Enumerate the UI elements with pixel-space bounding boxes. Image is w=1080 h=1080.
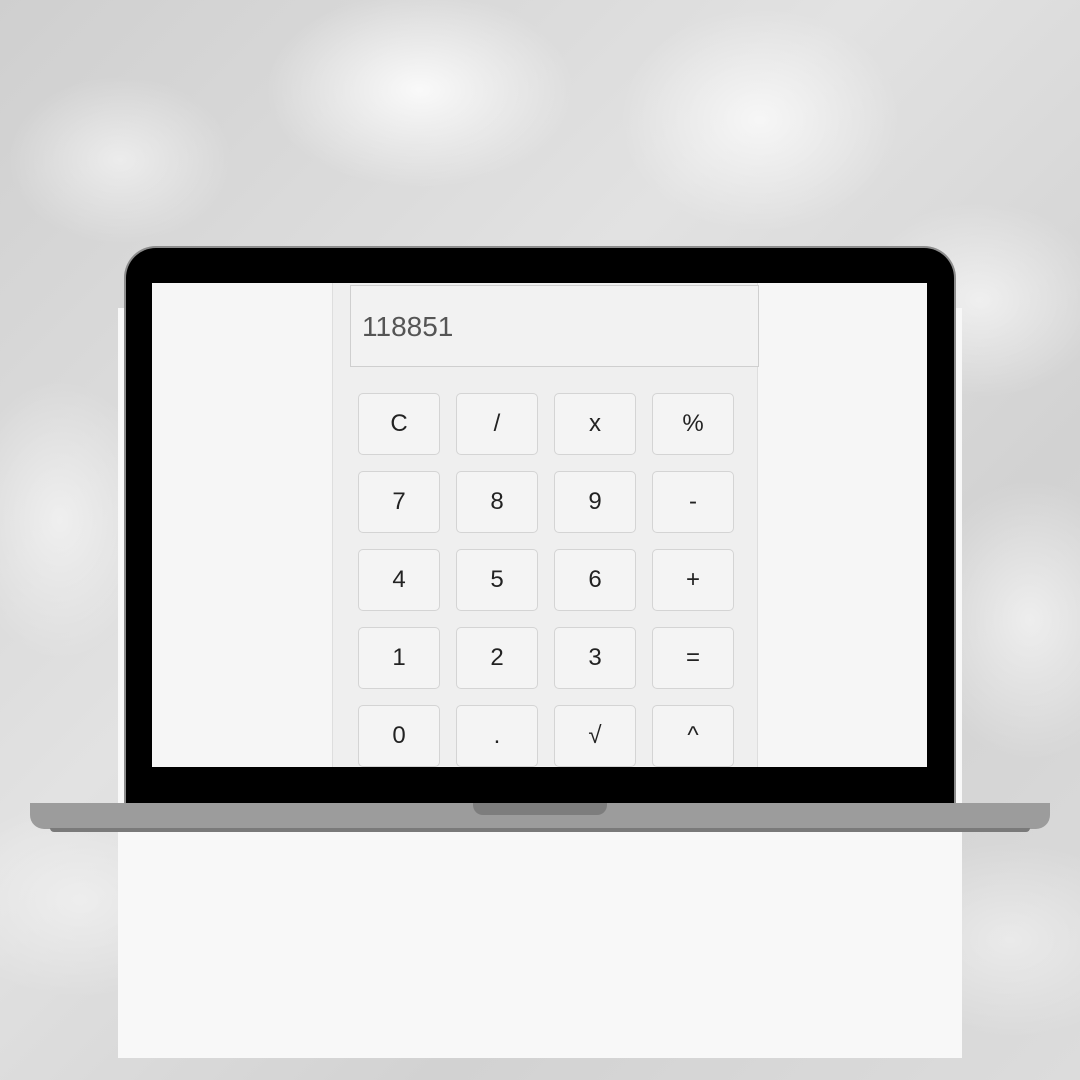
calculator-display[interactable]: 118851 — [350, 285, 759, 367]
square-root-button[interactable]: √ — [554, 705, 636, 767]
digit-8-button[interactable]: 8 — [456, 471, 538, 533]
digit-2-button[interactable]: 2 — [456, 627, 538, 689]
laptop-screen: 118851 C / x% 7 8 9- 4 5 6 +1 2 3 = 0. √ ^ — [152, 283, 927, 767]
laptop-hinge-notch — [473, 803, 607, 815]
divide-button[interactable]: / — [456, 393, 538, 455]
digit-4-button[interactable]: 4 — [358, 549, 440, 611]
equals-button[interactable]: = — [652, 627, 734, 689]
decimal-button[interactable]: . — [456, 705, 538, 767]
digit-1-button[interactable]: 1 — [358, 627, 440, 689]
digit-9-button[interactable]: 9 — [554, 471, 636, 533]
digit-0-button[interactable]: 0 — [358, 705, 440, 767]
calculator-panel: 118851 C / x% 7 8 9- 4 5 6 +1 2 3 = 0. √ ^ — [332, 283, 759, 767]
percent-button[interactable]: % — [652, 393, 734, 455]
digit-6-button[interactable]: 6 — [554, 549, 636, 611]
digit-3-button[interactable]: 3 — [554, 627, 636, 689]
add-button[interactable]: + — [652, 549, 734, 611]
multiply-button[interactable]: x — [554, 393, 636, 455]
laptop-base-edge — [50, 828, 1030, 832]
power-button[interactable]: ^ — [652, 705, 734, 767]
calculator-keypad: C / x% 7 8 9- 4 5 6 +1 2 3 = 0. √ ^ — [358, 393, 734, 767]
subtract-button[interactable]: - — [652, 471, 734, 533]
clear-button[interactable]: C — [358, 393, 440, 455]
digit-5-button[interactable]: 5 — [456, 549, 538, 611]
digit-7-button[interactable]: 7 — [358, 471, 440, 533]
